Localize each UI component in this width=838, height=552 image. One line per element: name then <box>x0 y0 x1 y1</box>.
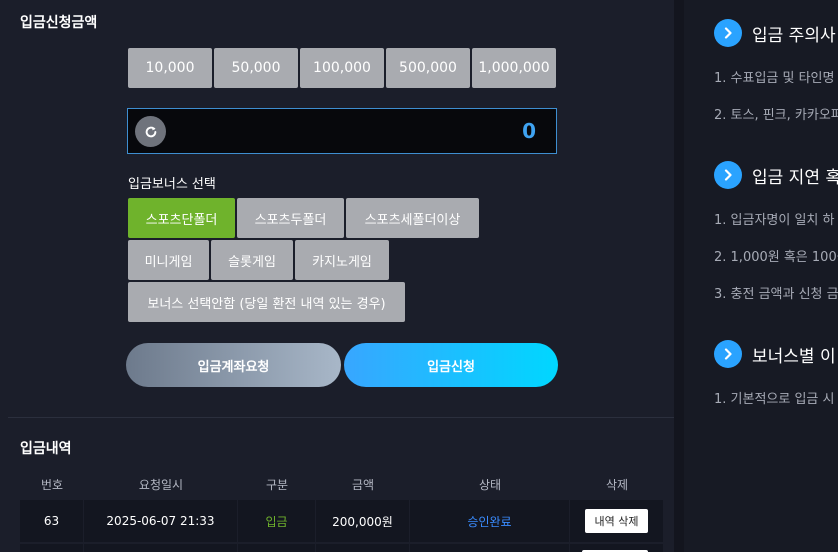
column-header: 금액 <box>351 477 375 492</box>
column-header: 삭제 <box>605 477 629 492</box>
notice-panel: 입금 주의사 1. 수표입금 및 타인명 2. 토스, 핀크, 카카오퍼 입금 … <box>684 0 838 552</box>
amount-button-row: 10,000 50,000 100,000 500,000 1,000,000 <box>128 48 556 88</box>
amount-input[interactable]: 0 <box>127 108 557 154</box>
row-amount: 200,000원 <box>316 500 410 542</box>
bonus-option-slot[interactable]: 슬롯게임 <box>211 240 293 280</box>
notice-item: 3. 충전 금액과 신청 금 <box>714 287 838 302</box>
chevron-right-icon <box>714 19 742 47</box>
amount-button-100000[interactable]: 100,000 <box>300 48 384 88</box>
bonus-option-minigame[interactable]: 미니게임 <box>128 240 209 280</box>
delete-history-button[interactable]: 내역 삭제 <box>584 509 649 533</box>
notice-section-header[interactable]: 입금 주의사 <box>714 19 836 47</box>
row-cell <box>20 544 84 552</box>
table-header: 번호 요청일시 구분 금액 상태 삭제 <box>20 470 664 498</box>
column-header: 요청일시 <box>138 477 184 492</box>
notice-item: 1. 수표입금 및 타인명 <box>714 71 835 86</box>
request-deposit-button[interactable]: 입금신청 <box>344 343 558 387</box>
row-datetime: 2025-06-07 21:33 <box>84 500 238 542</box>
column-header: 상태 <box>478 477 502 492</box>
table-row: 63 2025-06-07 21:33 입금 200,000원 승인완료 내역 … <box>20 500 664 542</box>
amount-button-50000[interactable]: 50,000 <box>214 48 298 88</box>
deposit-panel: 입금신청금액 10,000 50,000 100,000 500,000 1,0… <box>0 0 684 552</box>
bonus-select-label: 입금보너스 선택 <box>128 177 216 192</box>
column-header: 번호 <box>40 477 64 492</box>
section-divider <box>8 417 674 418</box>
notice-section-header[interactable]: 보너스별 이 <box>714 340 836 368</box>
amount-button-500000[interactable]: 500,000 <box>386 48 470 88</box>
panel-gap <box>674 0 684 552</box>
bonus-option-sports-double[interactable]: 스포츠두폴더 <box>237 198 344 238</box>
deposit-history-title: 입금내역 <box>20 441 72 457</box>
notice-section-title: 보너스별 이 <box>752 346 836 367</box>
chevron-right-icon <box>714 340 742 368</box>
notice-item: 2. 토스, 핀크, 카카오퍼 <box>714 108 838 123</box>
row-delete-cell: 내역 삭제 <box>570 500 664 542</box>
deposit-history-table: 번호 요청일시 구분 금액 상태 삭제 63 2025-06-07 21:33 … <box>20 470 664 552</box>
bonus-option-sports-triple[interactable]: 스포츠세폴더이상 <box>346 198 479 238</box>
table-row <box>20 544 664 552</box>
row-number: 63 <box>20 500 84 542</box>
column-header: 구분 <box>265 477 289 492</box>
row-cell <box>238 544 316 552</box>
row-status: 승인완료 <box>410 500 570 542</box>
notice-section-header[interactable]: 입금 지연 혹 <box>714 161 838 189</box>
notice-section-title: 입금 지연 혹 <box>752 167 838 188</box>
row-cell <box>410 544 570 552</box>
amount-button-1000000[interactable]: 1,000,000 <box>472 48 556 88</box>
notice-item: 1. 입금자명이 일치 하 <box>714 213 835 228</box>
bonus-option-sports-single[interactable]: 스포츠단폴더 <box>128 198 235 238</box>
notice-item: 2. 1,000원 혹은 100원 <box>714 250 838 265</box>
amount-value: 0 <box>522 119 536 143</box>
notice-item: 1. 기본적으로 입금 시 <box>714 392 835 407</box>
deposit-amount-title: 입금신청금액 <box>20 15 98 31</box>
refresh-icon <box>145 126 156 137</box>
chevron-right-icon <box>714 161 742 189</box>
amount-button-10000[interactable]: 10,000 <box>128 48 212 88</box>
request-account-button[interactable]: 입금계좌요청 <box>126 343 341 387</box>
row-cell <box>316 544 410 552</box>
bonus-option-none[interactable]: 보너스 선택안함 (당일 환전 내역 있는 경우) <box>128 282 405 322</box>
delete-history-button[interactable] <box>570 544 664 552</box>
row-cell <box>84 544 238 552</box>
notice-section-title: 입금 주의사 <box>752 25 836 46</box>
reset-button[interactable] <box>135 116 166 147</box>
row-type: 입금 <box>238 500 316 542</box>
bonus-option-casino[interactable]: 카지노게임 <box>295 240 389 280</box>
